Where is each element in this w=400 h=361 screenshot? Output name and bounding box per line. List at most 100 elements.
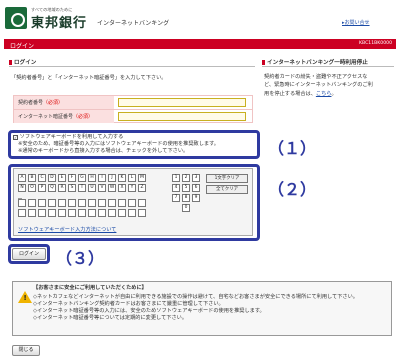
software-keyboard-checkbox-label[interactable]: ソフトウェアキーボードを利用して入力する <box>20 134 124 140</box>
key-t[interactable]: T <box>78 184 86 192</box>
key-k[interactable]: K <box>118 174 126 182</box>
key-n[interactable]: N <box>18 184 26 192</box>
blank-key[interactable] <box>138 209 146 217</box>
software-keyboard-note: ※通常のキーボードから直接入力する場合は、チェックを外して下さい。 <box>18 148 189 154</box>
key-u[interactable]: U <box>88 184 96 192</box>
suspend-link[interactable]: こちら <box>316 91 332 97</box>
blank-key[interactable] <box>78 199 86 207</box>
suspend-period: 。 <box>331 90 337 97</box>
page-title: ログイン <box>10 42 35 50</box>
security-notice: 【お客さまに安全にご利用していただくために】 ◇ネットカフェなどインターネットが… <box>12 281 392 336</box>
help-link-label[interactable]: お問い合せ <box>345 20 370 26</box>
blank-key[interactable] <box>18 209 26 217</box>
close-button[interactable]: 閉じる <box>12 345 40 356</box>
clear-all-button[interactable]: 全てクリア <box>206 185 248 194</box>
help-link[interactable]: ▸お問い合せ <box>342 20 370 27</box>
key-j[interactable]: J <box>108 174 116 182</box>
key-v[interactable]: V <box>98 184 106 192</box>
warning-icon <box>18 291 32 303</box>
blank-key[interactable] <box>98 209 106 217</box>
key-y[interactable]: Y <box>128 184 136 192</box>
divider <box>262 66 394 67</box>
key-num-2[interactable]: 2 <box>182 174 190 182</box>
key-num-1[interactable]: 1 <box>172 174 180 182</box>
blank-key[interactable] <box>128 199 136 207</box>
key-num-8[interactable]: 8 <box>182 194 190 202</box>
key-num-9[interactable]: 9 <box>192 194 200 202</box>
key-num-5[interactable]: 5 <box>182 184 190 192</box>
password-label: インターネット暗証番号（必須） <box>14 110 114 123</box>
blank-key[interactable] <box>118 199 126 207</box>
key-g[interactable]: G <box>78 174 86 182</box>
key-l[interactable]: L <box>128 174 136 182</box>
notice-item: ◇インターネットバンキング契約者カードはお客さまにて厳重に管理して下さい。 <box>33 301 224 307</box>
title-bar: ログイン KBC11BK0000 <box>4 39 396 50</box>
key-z[interactable]: Z <box>138 184 146 192</box>
key-o[interactable]: O <box>28 184 36 192</box>
blank-key[interactable] <box>138 199 146 207</box>
key-num-6[interactable]: 6 <box>192 184 200 192</box>
notice-item: ◇インターネット暗証番号等の入力には、安全のためソフトウェアキーボードの使用を推… <box>33 308 265 314</box>
suspend-line-text: 用を停止する場合は、 <box>264 90 316 97</box>
key-b[interactable]: B <box>28 174 36 182</box>
blank-key[interactable] <box>48 199 56 207</box>
blank-key[interactable] <box>68 199 76 207</box>
key-num-0[interactable]: 0 <box>182 204 190 212</box>
blank-key[interactable] <box>28 199 36 207</box>
password-input[interactable] <box>118 112 246 121</box>
key-q[interactable]: Q <box>48 184 56 192</box>
blank-key[interactable] <box>108 209 116 217</box>
blank-key[interactable] <box>68 209 76 217</box>
software-keyboard-note: ※安全のため、暗証番号等の入力にはソフトウェアキーボードの使用を推奨致します。 <box>18 141 219 147</box>
key-r[interactable]: R <box>58 184 66 192</box>
blank-key[interactable] <box>108 199 116 207</box>
key-f[interactable]: F <box>68 174 76 182</box>
blank-key[interactable] <box>118 209 126 217</box>
key-p[interactable]: P <box>38 184 46 192</box>
key-w[interactable]: W <box>108 184 116 192</box>
blank-key[interactable] <box>28 209 36 217</box>
key-num-3[interactable]: 3 <box>192 174 200 182</box>
login-button[interactable]: ログイン <box>12 248 46 260</box>
app-title: インターネットバンキング <box>97 20 170 27</box>
login-instruction: 「契約者番号」と「インターネット暗証番号」を入力して下さい。 <box>11 75 167 81</box>
blank-key[interactable] <box>88 209 96 217</box>
keyboard-help-link[interactable]: ソフトウェアキーボード入力方法について <box>18 227 116 234</box>
blank-key[interactable] <box>78 209 86 217</box>
key-c[interactable]: C <box>38 174 46 182</box>
key-num-7[interactable]: 7 <box>172 194 180 202</box>
key-e[interactable]: E <box>58 174 66 182</box>
contract-number-input[interactable] <box>118 98 246 107</box>
blank-key[interactable] <box>18 199 26 207</box>
software-keyboard-checkbox-row[interactable]: ✓ ソフトウェアキーボードを利用して入力する <box>13 134 123 141</box>
blank-key[interactable] <box>128 209 136 217</box>
key-d[interactable]: D <box>48 174 56 182</box>
key-m[interactable]: M <box>138 174 146 182</box>
clear-one-button[interactable]: 1文字クリア <box>206 174 248 183</box>
blank-key[interactable] <box>48 209 56 217</box>
key-h[interactable]: H <box>88 174 96 182</box>
blank-key[interactable] <box>98 199 106 207</box>
checkbox-checked-icon[interactable]: ✓ <box>13 134 18 140</box>
annotation-1: （１） <box>268 139 317 158</box>
annotation-2: （２） <box>268 180 317 199</box>
key-i[interactable]: I <box>98 174 106 182</box>
blank-key[interactable] <box>58 209 66 217</box>
blank-key[interactable] <box>88 199 96 207</box>
contract-number-label-text: 契約者番号 <box>18 100 44 106</box>
notice-title: 【お客さまに安全にご利用していただくために】 <box>33 285 147 291</box>
password-label-text: インターネット暗証番号 <box>18 114 74 120</box>
blank-key[interactable] <box>58 199 66 207</box>
key-s[interactable]: S <box>68 184 76 192</box>
contract-number-row: 契約者番号（必須） <box>14 96 252 109</box>
password-row: インターネット暗証番号（必須） <box>14 109 252 123</box>
notice-item: ◇ネットカフェなどインターネットが自由に利用できる施設での操作は避けて、自宅など… <box>33 294 358 300</box>
key-x[interactable]: X <box>118 184 126 192</box>
suspend-line: 用を停止する場合は、こちら。 <box>264 90 373 98</box>
key-num-4[interactable]: 4 <box>172 184 180 192</box>
required-mark: （必須） <box>43 100 64 106</box>
blank-key[interactable] <box>38 199 46 207</box>
key-a[interactable]: A <box>18 174 26 182</box>
blank-key[interactable] <box>38 209 46 217</box>
suspend-line: ど、緊急時にインターネットバンキングのご利 <box>264 82 373 89</box>
